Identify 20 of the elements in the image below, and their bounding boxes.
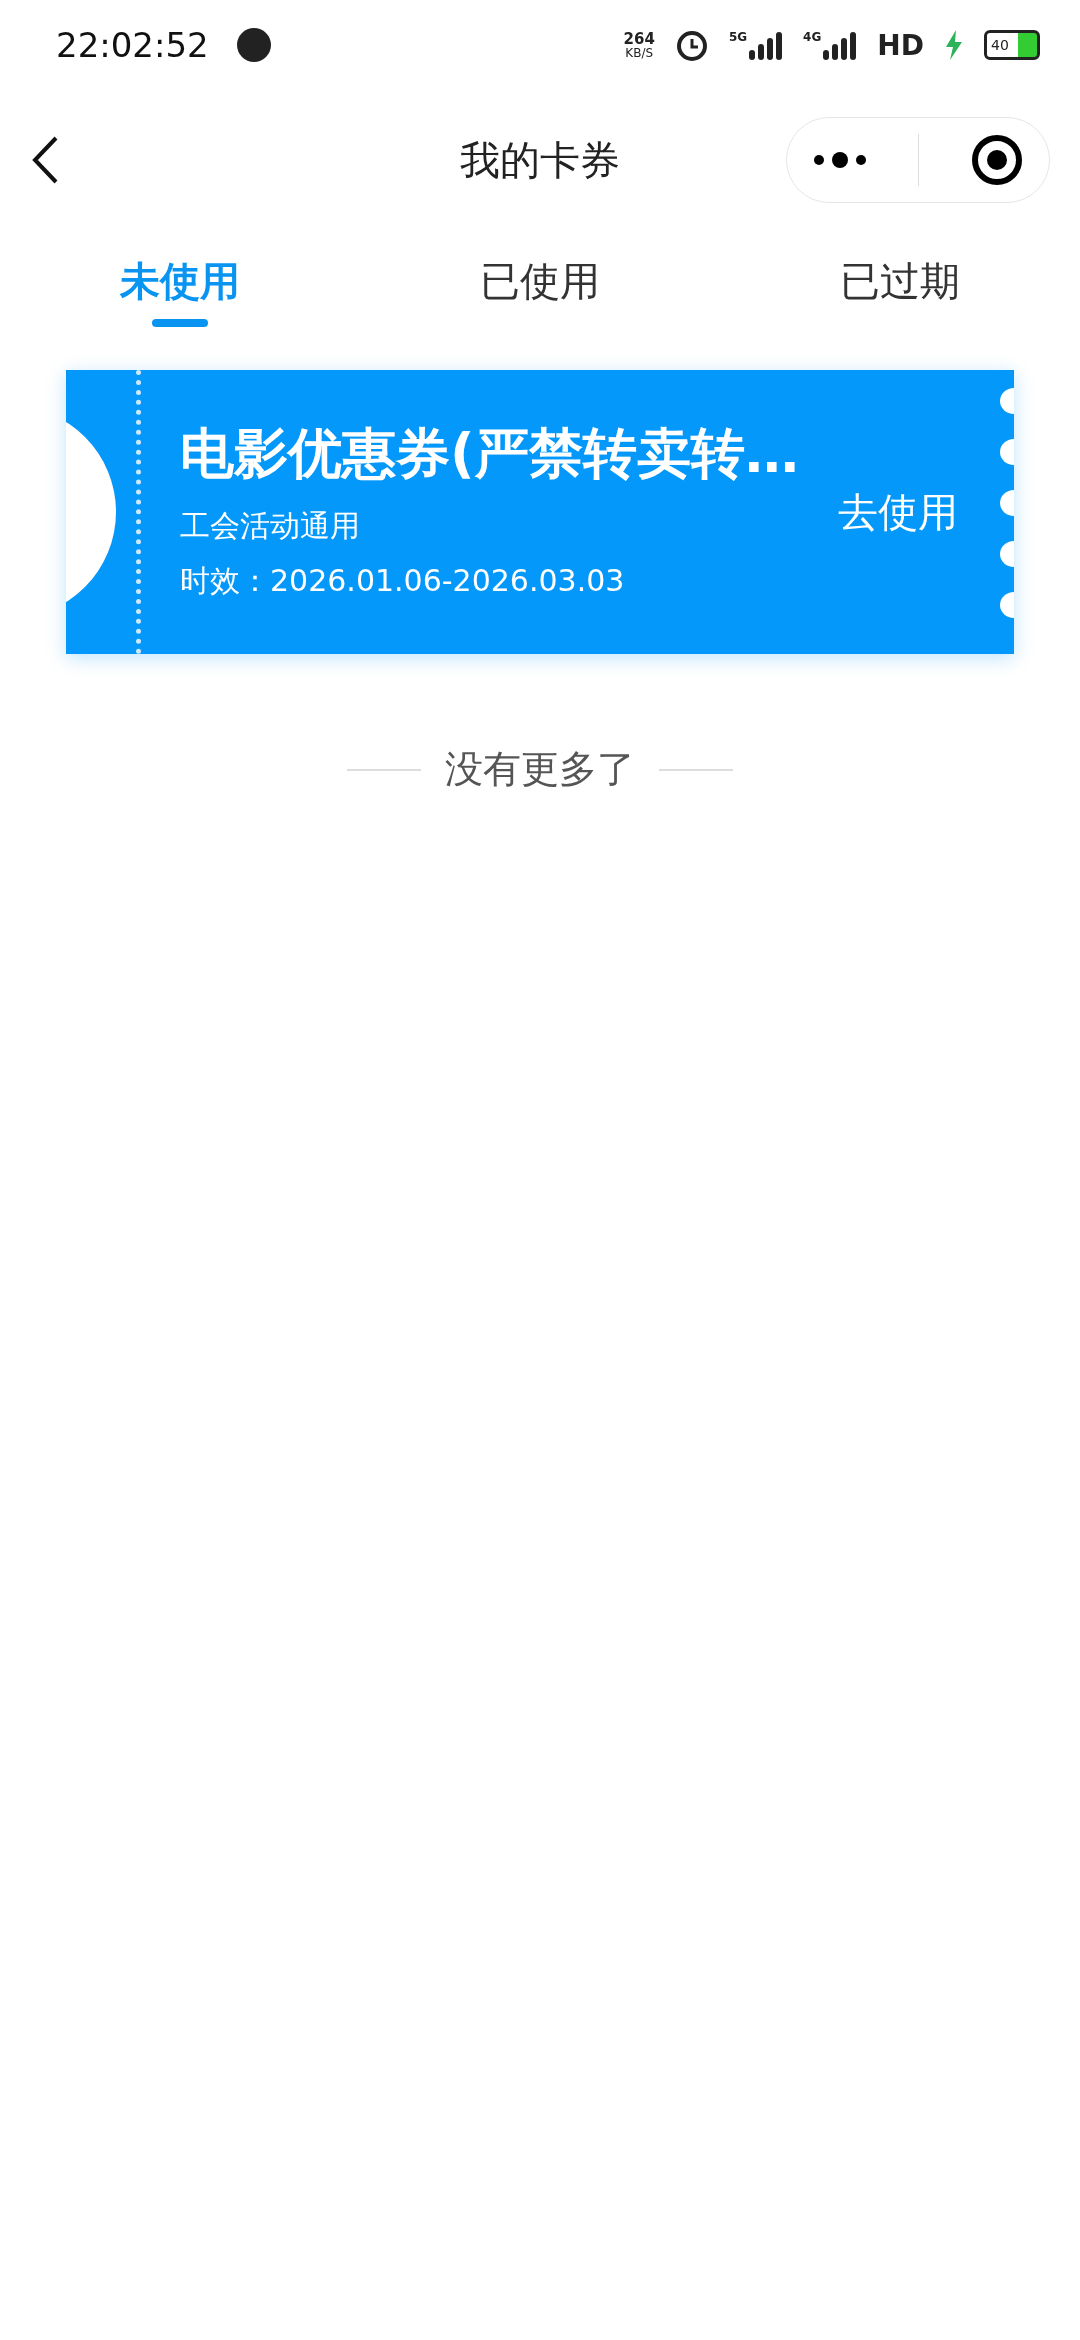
network-type-label: 4G (803, 30, 822, 44)
back-icon[interactable] (30, 135, 60, 185)
more-icon[interactable] (812, 150, 867, 170)
network-type-label: 5G (728, 30, 748, 44)
coupon-subtitle: 工会活动通用 (180, 507, 361, 546)
tab[interactable]: 已使用 (360, 230, 720, 350)
net-speed: 264 (623, 31, 655, 47)
net-speed-unit: KB/S (625, 46, 654, 59)
coupon-validity: 时效：2026.01.06-2026.03.03 (180, 562, 626, 601)
page-title: 我的卡券 (460, 135, 620, 185)
status-time: 22:02:52 (56, 25, 209, 65)
coupon-title: 电影优惠券(严禁转卖转… (180, 421, 800, 487)
signal-icon (823, 30, 858, 60)
charging-icon (944, 30, 964, 60)
alarm-icon (674, 28, 709, 62)
end-of-list-text: 没有更多了 (445, 746, 635, 793)
battery-level: 40 (991, 38, 1009, 52)
tab[interactable]: 已过期 (720, 230, 1080, 350)
signal-icon (749, 30, 784, 60)
hd-label: HD (877, 28, 924, 62)
